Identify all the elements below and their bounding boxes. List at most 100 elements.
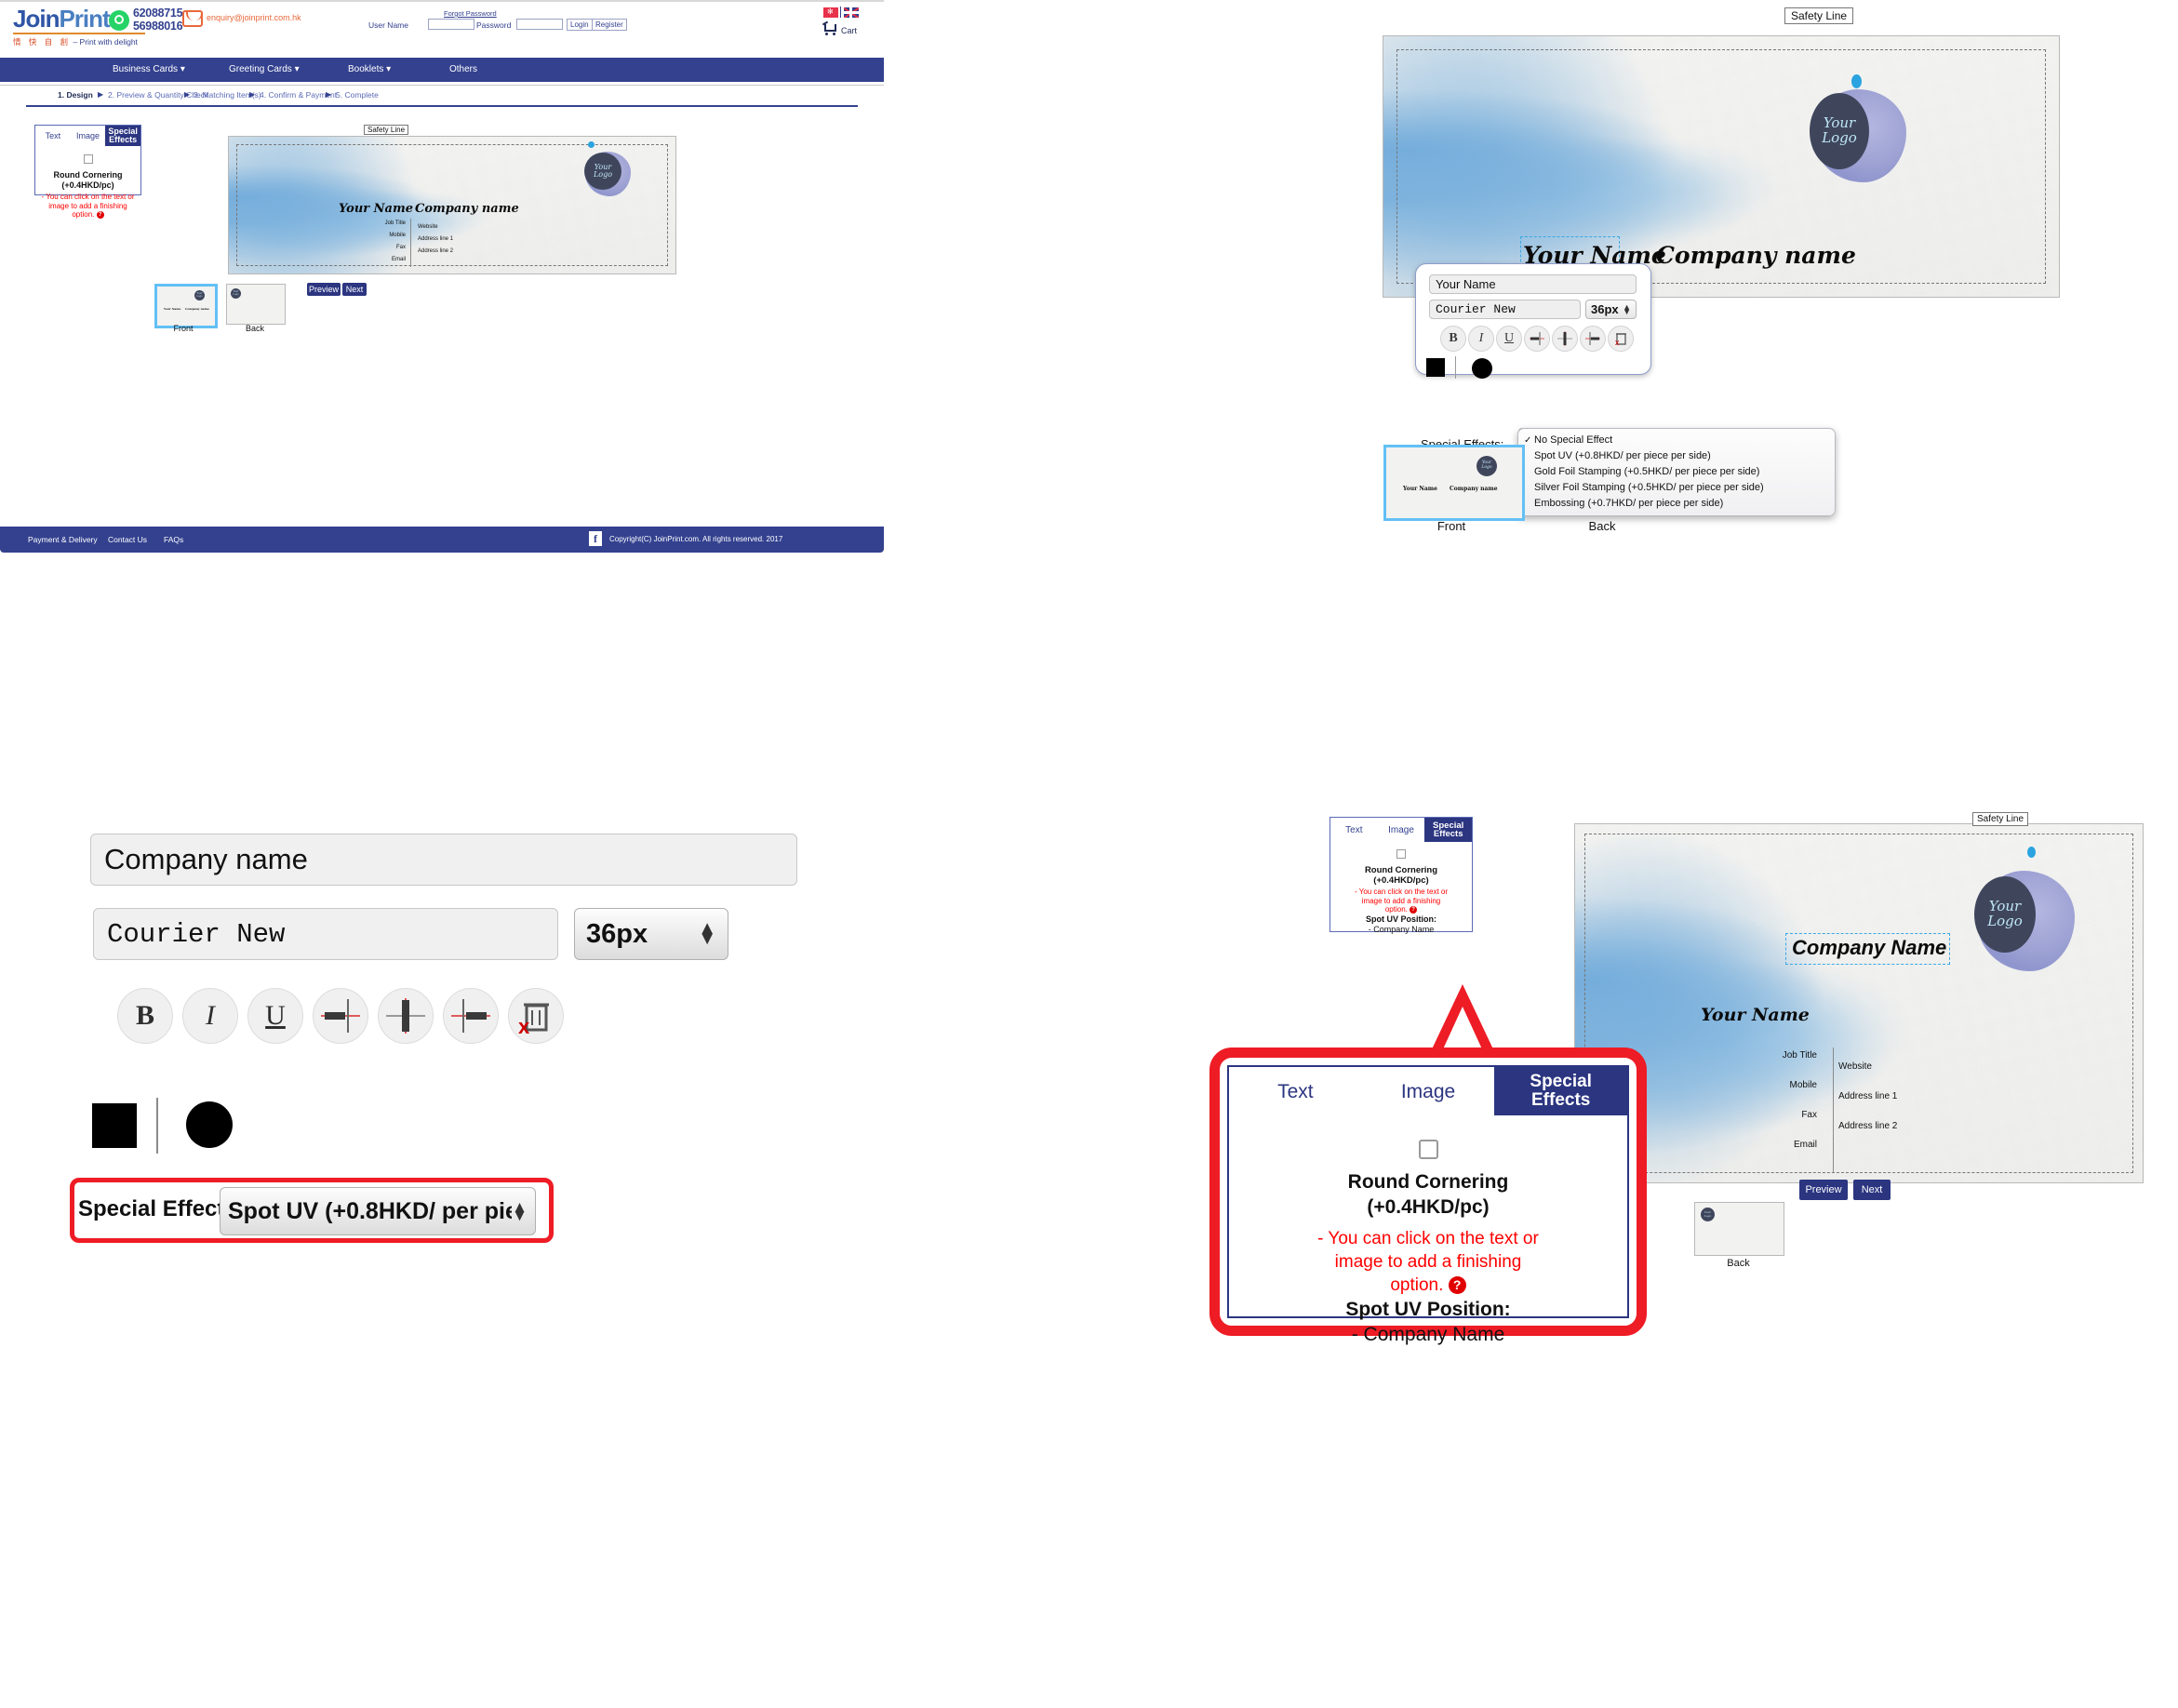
- result-field-address-2[interactable]: Address line 2: [1838, 1121, 1897, 1131]
- zoom-logo-placeholder[interactable]: Your Logo: [1810, 93, 1869, 169]
- result-next-button[interactable]: Next: [1853, 1180, 1891, 1200]
- stepper-arrows-icon[interactable]: ▲ ▼: [512, 1198, 528, 1223]
- zoom-card-canvas[interactable]: Your Logo Your Name Company name: [1383, 35, 2060, 298]
- italic-button[interactable]: I: [1468, 326, 1494, 352]
- cart-icon[interactable]: [822, 20, 839, 35]
- result-field-job-title[interactable]: Job Title: [1724, 1050, 1817, 1061]
- font-family-input-large[interactable]: Courier New: [93, 908, 558, 960]
- username-input[interactable]: [428, 19, 474, 30]
- result-field-fax[interactable]: Fax: [1724, 1110, 1817, 1120]
- align-left-icon-large[interactable]: [313, 988, 368, 1044]
- zoom-safety-handle[interactable]: [1851, 74, 1862, 88]
- align-center-icon-large[interactable]: [378, 988, 434, 1044]
- stepper-arrows-icon[interactable]: ▲ ▼: [1623, 302, 1631, 315]
- round-cornering-checkbox[interactable]: [83, 154, 93, 164]
- card-field-job-title[interactable]: Job Title: [331, 220, 406, 226]
- underline-button-large[interactable]: U: [247, 988, 303, 1044]
- card-field-website[interactable]: Website: [418, 224, 438, 230]
- card-your-name[interactable]: Your Name: [339, 202, 413, 216]
- result-field-address-1[interactable]: Address line 1: [1838, 1091, 1897, 1101]
- tab-text-small[interactable]: Text: [1330, 818, 1378, 842]
- result-field-email[interactable]: Email: [1724, 1140, 1817, 1150]
- footer-link-faqs[interactable]: FAQs: [164, 535, 183, 544]
- result-safety-handle[interactable]: [2027, 847, 2036, 858]
- footer-link-payment-delivery[interactable]: Payment & Delivery: [28, 535, 98, 544]
- dropdown-option-gold-foil[interactable]: Gold Foil Stamping (+0.5HKD/ per piece p…: [1518, 464, 1835, 480]
- thumbnail-front[interactable]: Your Logo Your Name Company name: [154, 284, 218, 328]
- result-preview-button[interactable]: Preview: [1799, 1180, 1848, 1200]
- tab-special-effects[interactable]: Special Effects: [105, 126, 141, 146]
- text-color-swatch[interactable]: [1426, 358, 1445, 377]
- align-center-icon[interactable]: [1552, 326, 1578, 352]
- mail-icon[interactable]: [182, 10, 203, 27]
- company-name-input[interactable]: Company name: [90, 834, 797, 886]
- hk-flag-icon[interactable]: [823, 7, 838, 18]
- bold-button[interactable]: B: [1440, 326, 1466, 352]
- password-input[interactable]: [516, 19, 563, 30]
- text-color-swatch-large[interactable]: [92, 1103, 137, 1148]
- callout-round-cornering-checkbox[interactable]: [1418, 1140, 1438, 1159]
- facebook-icon[interactable]: f: [589, 531, 602, 546]
- card-field-mobile[interactable]: Mobile: [331, 233, 406, 238]
- text-value-input[interactable]: Your Name: [1429, 274, 1637, 294]
- callout-tab-text[interactable]: Text: [1229, 1067, 1362, 1115]
- special-effects-select-large[interactable]: Spot UV (+0.8HKD/ per piece | ▲▼: [220, 1187, 536, 1235]
- zoom-thumbnail-front[interactable]: Your Logo Your Name Company name: [1383, 445, 1525, 521]
- font-size-stepper-large[interactable]: 36px ▲ ▼: [574, 908, 728, 960]
- footer-link-contact-us[interactable]: Contact Us: [108, 535, 147, 544]
- uk-flag-icon[interactable]: [844, 7, 859, 18]
- align-left-icon[interactable]: [1524, 326, 1550, 352]
- round-cornering-checkbox-small[interactable]: [1396, 849, 1406, 859]
- tab-special-effects-small[interactable]: Special Effects: [1424, 818, 1473, 842]
- thumbnail-back[interactable]: Your Logo: [226, 284, 286, 325]
- card-field-address-2[interactable]: Address line 2: [418, 248, 453, 254]
- result-company-name[interactable]: Company Name: [1792, 936, 1946, 960]
- result-your-name[interactable]: Your Name: [1701, 1005, 1810, 1025]
- align-right-icon-large[interactable]: [443, 988, 499, 1044]
- font-family-input[interactable]: Courier New: [1429, 300, 1581, 319]
- special-effects-dropdown[interactable]: ✓ No Special Effect Spot UV (+0.8HKD/ per…: [1517, 428, 1836, 516]
- contact-email[interactable]: enquiry@joinprint.com.hk: [207, 13, 301, 22]
- whatsapp-icon[interactable]: [109, 10, 129, 31]
- underline-button[interactable]: U: [1496, 326, 1522, 352]
- nav-item-booklets[interactable]: Booklets ▾: [348, 64, 391, 74]
- callout-tab-image[interactable]: Image: [1361, 1067, 1495, 1115]
- preview-button[interactable]: Preview: [307, 283, 341, 296]
- zoom-card-company-name[interactable]: Company name: [1656, 242, 1856, 269]
- result-field-mobile[interactable]: Mobile: [1724, 1080, 1817, 1090]
- card-field-address-1[interactable]: Address line 1: [418, 236, 453, 242]
- safety-line-handle[interactable]: [588, 141, 595, 148]
- help-icon[interactable]: ?: [1410, 905, 1418, 914]
- next-button[interactable]: Next: [342, 283, 367, 296]
- dropdown-option-embossing[interactable]: Embossing (+0.7HKD/ per piece per side): [1518, 496, 1835, 512]
- card-company-name[interactable]: Company name: [415, 202, 519, 216]
- tab-text[interactable]: Text: [35, 126, 71, 146]
- card-field-fax[interactable]: Fax: [331, 245, 406, 250]
- login-button[interactable]: Login: [567, 19, 593, 31]
- result-logo-placeholder[interactable]: Your Logo: [1974, 876, 2036, 953]
- card-canvas-front[interactable]: Your Logo Your Name Company name Job Tit…: [228, 136, 676, 274]
- breadcrumb-step-5[interactable]: 5. Complete: [336, 90, 379, 100]
- help-icon[interactable]: ?: [96, 210, 104, 219]
- stepper-arrows-icon[interactable]: ▲ ▼: [698, 919, 716, 948]
- align-right-icon[interactable]: [1580, 326, 1606, 352]
- nav-item-others[interactable]: Others: [449, 64, 477, 74]
- breadcrumb-step-1[interactable]: 1. Design: [58, 90, 93, 100]
- callout-tab-special-effects[interactable]: Special Effects: [1494, 1067, 1628, 1115]
- shape-color-swatch[interactable]: [1472, 358, 1492, 379]
- bold-button-large[interactable]: B: [117, 988, 173, 1044]
- callout-help-icon[interactable]: ?: [1448, 1276, 1466, 1295]
- result-field-website[interactable]: Website: [1838, 1061, 1872, 1072]
- font-size-stepper[interactable]: 36px ▲ ▼: [1585, 300, 1637, 319]
- forgot-password-link[interactable]: Forgot Password: [444, 9, 497, 18]
- dropdown-option-no-special-effect[interactable]: ✓ No Special Effect: [1518, 433, 1835, 448]
- dropdown-option-silver-foil[interactable]: Silver Foil Stamping (+0.5HKD/ per piece…: [1518, 480, 1835, 496]
- result-card-canvas[interactable]: Your Logo Company Name Your Name Job Tit…: [1574, 823, 2144, 1183]
- nav-item-greeting-cards[interactable]: Greeting Cards ▾: [229, 64, 300, 74]
- delete-icon[interactable]: x: [1608, 326, 1634, 352]
- delete-icon-large[interactable]: x: [508, 988, 564, 1044]
- dropdown-option-spot-uv[interactable]: Spot UV (+0.8HKD/ per piece per side): [1518, 448, 1835, 464]
- nav-item-business-cards[interactable]: Business Cards ▾: [113, 64, 185, 74]
- card-field-email[interactable]: Email: [331, 257, 406, 262]
- italic-button-large[interactable]: I: [182, 988, 238, 1044]
